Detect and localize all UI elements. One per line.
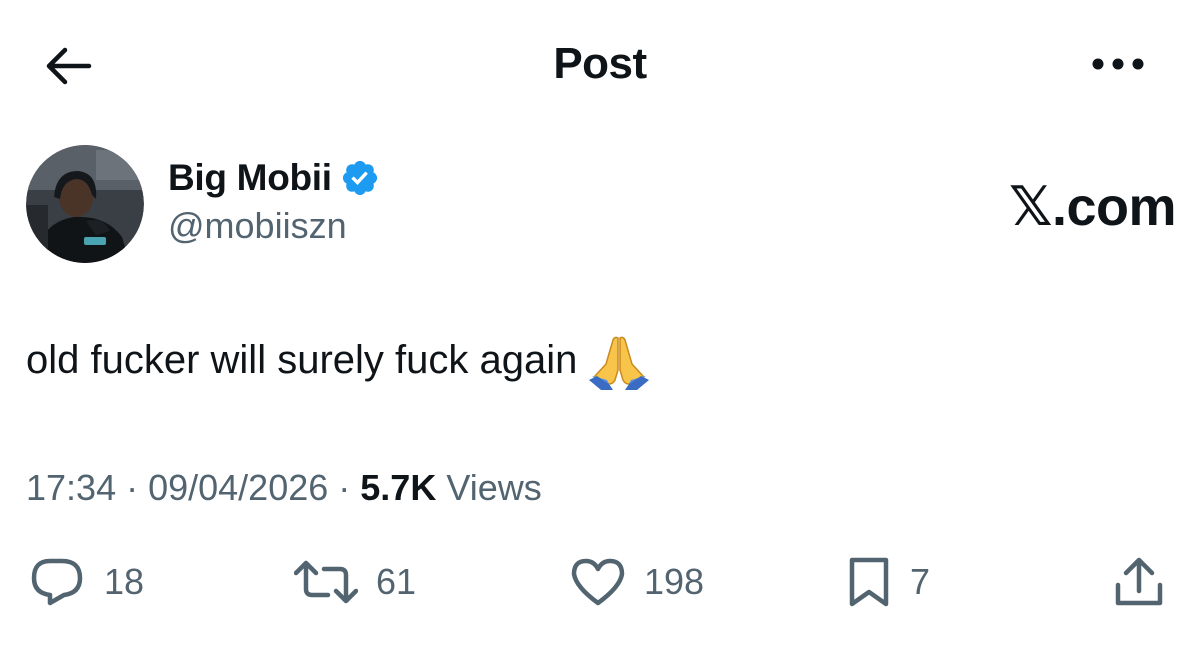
author-handle[interactable]: @mobiiszn <box>168 203 380 249</box>
reply-button[interactable]: 18 <box>28 552 144 612</box>
avatar-photo <box>26 145 144 263</box>
repost-icon <box>294 560 358 604</box>
views-label: Views <box>436 467 542 508</box>
folded-hands-emoji-icon <box>589 330 650 390</box>
heart-icon <box>571 558 625 606</box>
like-count: 198 <box>644 561 705 602</box>
repost-count: 61 <box>376 561 417 602</box>
display-name-row: Big Mobii <box>168 155 380 201</box>
more-horizontal-icon <box>1092 58 1144 70</box>
share-button[interactable] <box>1112 552 1166 612</box>
verified-badge-icon <box>340 158 380 198</box>
action-bar: 18 61 198 7 <box>0 552 1200 612</box>
more-options-button[interactable] <box>1088 40 1148 88</box>
share-icon <box>1115 557 1163 606</box>
avatar[interactable] <box>26 145 144 263</box>
bookmark-icon <box>849 557 889 607</box>
bookmark-button[interactable]: 7 <box>846 552 930 612</box>
meta-separator: · <box>328 467 361 508</box>
author-row: Big Mobii @mobiiszn 𝕏.com <box>26 145 1177 265</box>
post-header: Post <box>0 0 1200 128</box>
bookmark-count: 7 <box>910 561 931 602</box>
post-date[interactable]: 09/04/2026 <box>148 467 328 508</box>
meta-separator: · <box>116 467 149 508</box>
watermark-logo: 𝕏.com <box>1008 177 1177 237</box>
reply-count: 18 <box>104 561 145 602</box>
post-text: old fucker will surely fuck again <box>26 330 650 390</box>
page-title: Post <box>553 39 647 88</box>
like-button[interactable]: 198 <box>570 552 704 612</box>
reply-icon <box>31 558 83 606</box>
post-body: old fucker will surely fuck again <box>26 338 578 382</box>
post-meta: 17:34 · 09/04/2026 · 5.7K Views <box>26 466 542 510</box>
repost-button[interactable]: 61 <box>294 552 416 612</box>
views-count: 5.7K <box>360 467 437 508</box>
author-names: Big Mobii @mobiiszn <box>168 155 380 249</box>
display-name[interactable]: Big Mobii <box>168 155 332 201</box>
post-time[interactable]: 17:34 <box>26 467 116 508</box>
